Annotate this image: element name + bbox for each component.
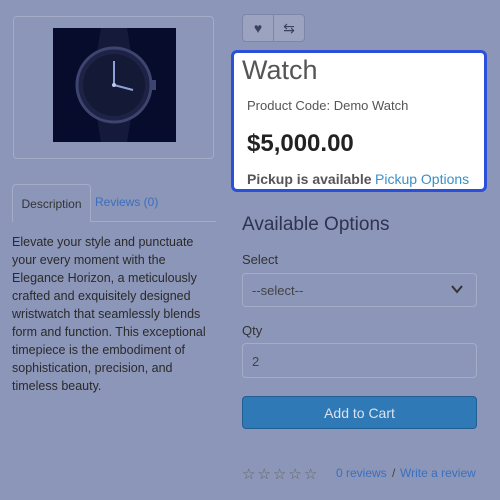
available-options-heading: Available Options	[242, 214, 390, 235]
compare-icon: ⇆	[283, 19, 295, 36]
star-icon: ☆	[272, 466, 289, 483]
reviews-count-link[interactable]: 0 reviews	[336, 466, 387, 480]
qty-label: Qty	[242, 323, 263, 338]
heart-icon: ♥	[253, 20, 263, 36]
product-description: Elevate your style and punctuate your ev…	[12, 235, 206, 393]
product-price: $5,000.00	[247, 130, 354, 157]
chevron-down-icon	[451, 285, 463, 294]
pickup-options-link[interactable]: Pickup Options	[375, 171, 469, 187]
wishlist-button[interactable]: ♥	[242, 14, 274, 42]
tab-description[interactable]: Description	[12, 184, 91, 222]
compare-button[interactable]: ⇆	[273, 14, 305, 42]
qty-input[interactable]: 2	[242, 343, 477, 378]
qty-value: 2	[252, 354, 260, 369]
option-select[interactable]: --select--	[242, 273, 477, 307]
star-icon: ☆	[303, 466, 320, 483]
select-label: Select	[242, 252, 279, 267]
pickup-availability: Pickup is available	[247, 171, 372, 187]
watch-image[interactable]	[53, 28, 176, 142]
product-title: Watch	[242, 55, 318, 85]
tab-reviews[interactable]: Reviews (0)	[95, 195, 158, 209]
reviews-separator: /	[392, 466, 396, 480]
star-icon: ☆	[242, 466, 258, 483]
add-to-cart-button[interactable]: Add to Cart	[242, 396, 477, 429]
star-icon: ☆	[257, 466, 273, 483]
star-icon: ☆	[288, 466, 304, 483]
select-value: --select--	[252, 283, 304, 298]
product-code: Product Code: Demo Watch	[247, 98, 409, 113]
write-review-link[interactable]: Write a review	[400, 466, 476, 480]
rating-stars: ☆☆☆☆☆	[242, 465, 319, 483]
